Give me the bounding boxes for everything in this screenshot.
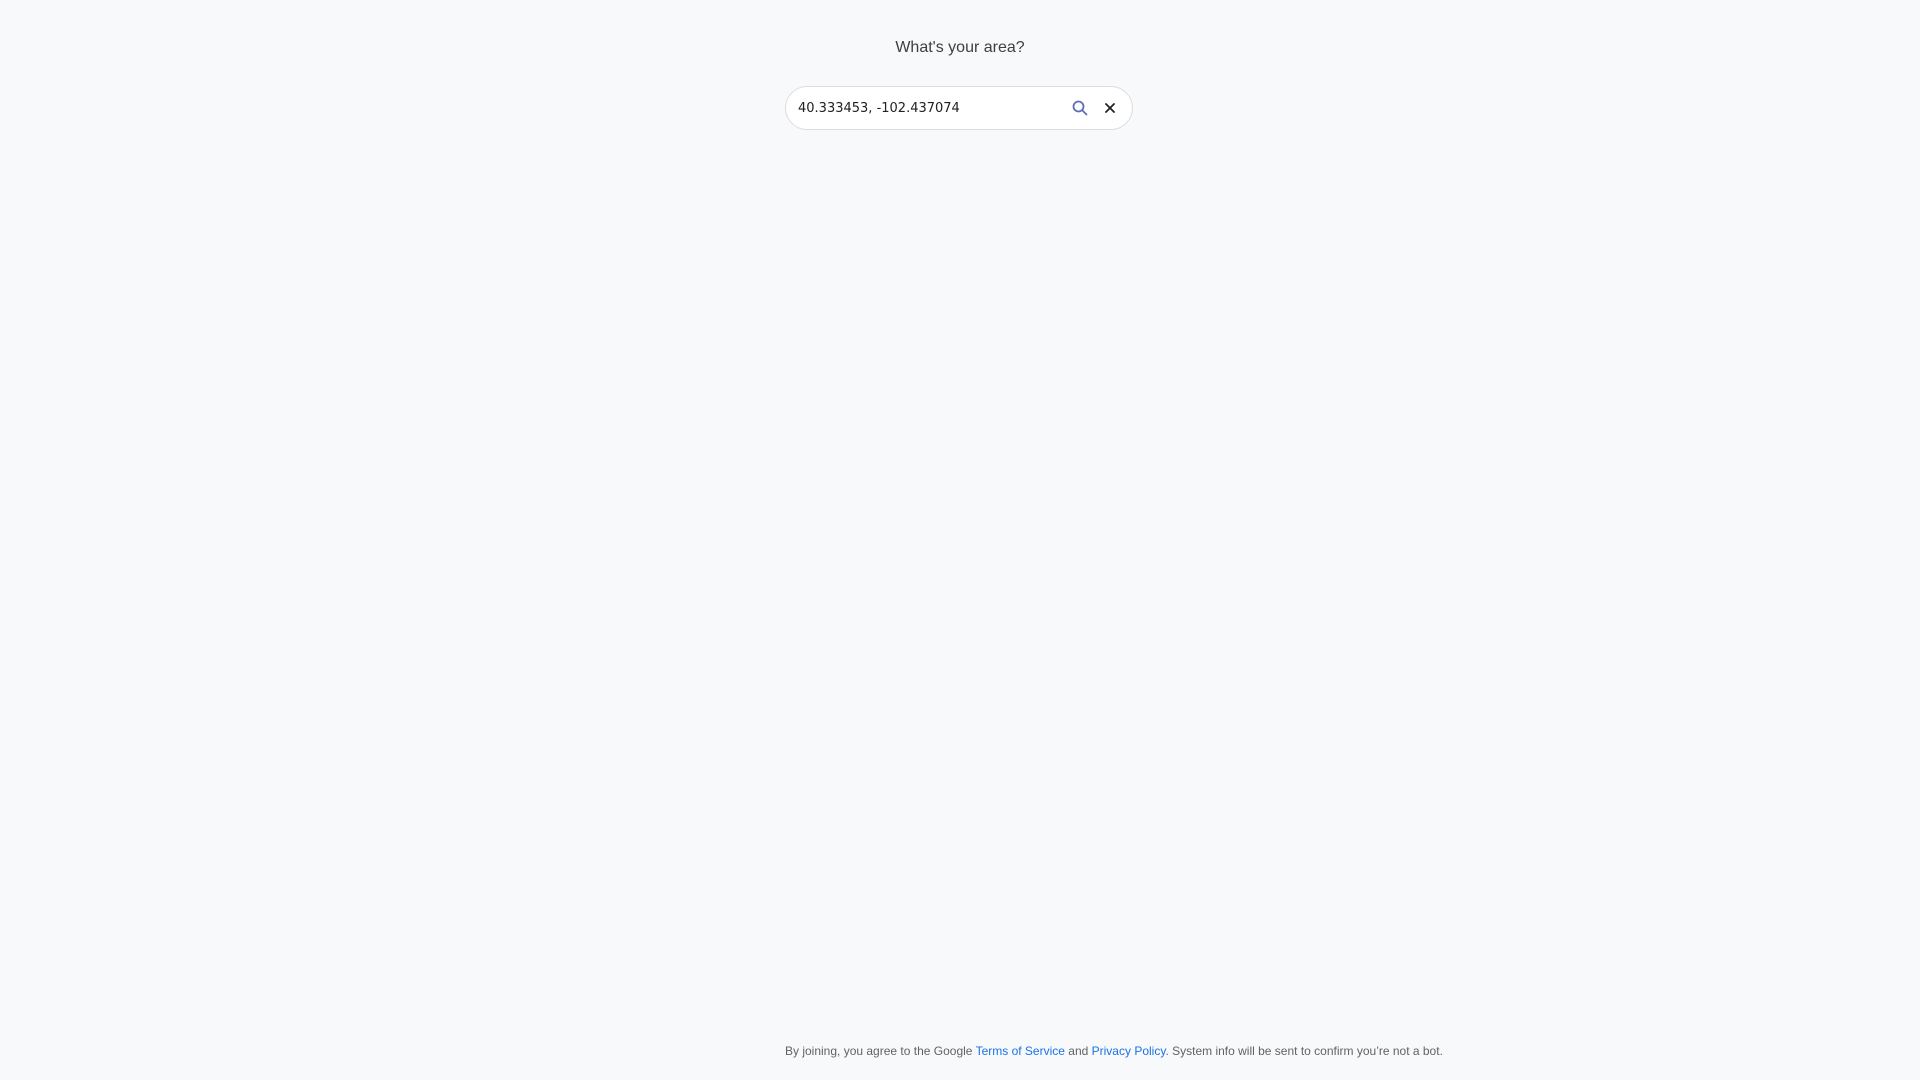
page-title: What's your area? (895, 39, 1025, 56)
page: What's your area? By joining, you agree … (0, 0, 1920, 1080)
terms-of-service-link[interactable]: Terms of Service (976, 1044, 1065, 1058)
disclaimer-text-end: . System info will be sent to confirm yo… (1165, 1044, 1443, 1058)
legal-disclaimer: By joining, you agree to the Google Term… (785, 1043, 1443, 1059)
location-search-input[interactable] (786, 88, 1066, 128)
search-button[interactable] (1066, 94, 1094, 122)
disclaimer-text-middle: and (1064, 1044, 1092, 1058)
location-search-box (785, 86, 1133, 130)
close-icon (1105, 103, 1115, 113)
privacy-policy-link[interactable]: Privacy Policy (1092, 1044, 1166, 1058)
clear-button[interactable] (1096, 94, 1124, 122)
search-icon (1072, 100, 1088, 116)
disclaimer-text-start: By joining, you agree to the Google (785, 1044, 976, 1058)
